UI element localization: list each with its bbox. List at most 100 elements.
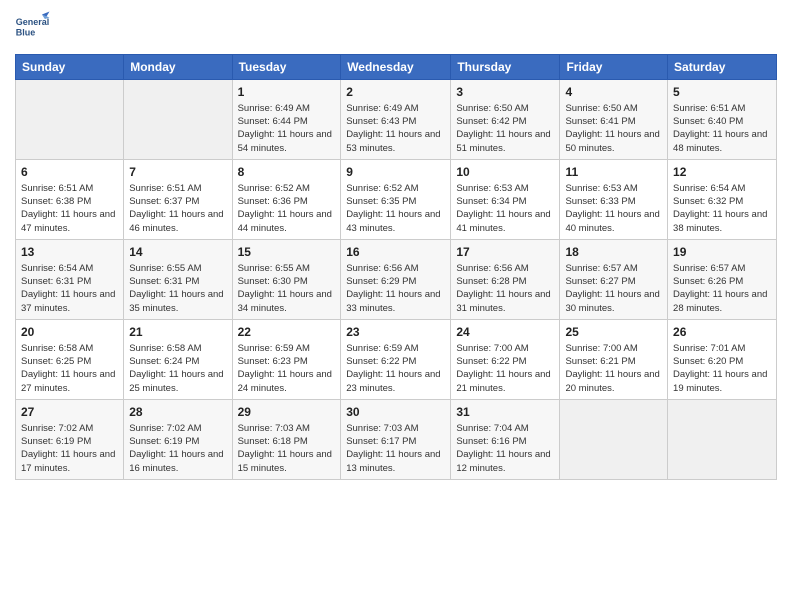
day-number: 31 (456, 404, 554, 421)
calendar-day-15: 15Sunrise: 6:55 AM Sunset: 6:30 PM Dayli… (232, 240, 341, 320)
day-number: 17 (456, 244, 554, 261)
day-info: Sunrise: 6:59 AM Sunset: 6:22 PM Dayligh… (346, 342, 445, 395)
day-number: 1 (238, 84, 336, 101)
svg-text:General: General (16, 17, 50, 27)
calendar-day-19: 19Sunrise: 6:57 AM Sunset: 6:26 PM Dayli… (668, 240, 777, 320)
day-number: 16 (346, 244, 445, 261)
weekday-header-tuesday: Tuesday (232, 55, 341, 80)
calendar-day-24: 24Sunrise: 7:00 AM Sunset: 6:22 PM Dayli… (451, 320, 560, 400)
calendar-day-31: 31Sunrise: 7:04 AM Sunset: 6:16 PM Dayli… (451, 400, 560, 480)
calendar-day-25: 25Sunrise: 7:00 AM Sunset: 6:21 PM Dayli… (560, 320, 668, 400)
day-info: Sunrise: 6:54 AM Sunset: 6:32 PM Dayligh… (673, 182, 771, 235)
calendar-day-21: 21Sunrise: 6:58 AM Sunset: 6:24 PM Dayli… (124, 320, 232, 400)
day-number: 4 (565, 84, 662, 101)
calendar-day-7: 7Sunrise: 6:51 AM Sunset: 6:37 PM Daylig… (124, 160, 232, 240)
calendar-day-20: 20Sunrise: 6:58 AM Sunset: 6:25 PM Dayli… (16, 320, 124, 400)
day-info: Sunrise: 7:00 AM Sunset: 6:21 PM Dayligh… (565, 342, 662, 395)
day-number: 9 (346, 164, 445, 181)
day-info: Sunrise: 7:04 AM Sunset: 6:16 PM Dayligh… (456, 422, 554, 475)
day-number: 5 (673, 84, 771, 101)
day-info: Sunrise: 7:02 AM Sunset: 6:19 PM Dayligh… (129, 422, 226, 475)
calendar-week-row: 20Sunrise: 6:58 AM Sunset: 6:25 PM Dayli… (16, 320, 777, 400)
calendar-day-12: 12Sunrise: 6:54 AM Sunset: 6:32 PM Dayli… (668, 160, 777, 240)
day-info: Sunrise: 6:51 AM Sunset: 6:40 PM Dayligh… (673, 102, 771, 155)
day-info: Sunrise: 7:01 AM Sunset: 6:20 PM Dayligh… (673, 342, 771, 395)
day-info: Sunrise: 7:03 AM Sunset: 6:18 PM Dayligh… (238, 422, 336, 475)
calendar-day-8: 8Sunrise: 6:52 AM Sunset: 6:36 PM Daylig… (232, 160, 341, 240)
day-info: Sunrise: 6:55 AM Sunset: 6:31 PM Dayligh… (129, 262, 226, 315)
calendar-day-26: 26Sunrise: 7:01 AM Sunset: 6:20 PM Dayli… (668, 320, 777, 400)
calendar-day-5: 5Sunrise: 6:51 AM Sunset: 6:40 PM Daylig… (668, 80, 777, 160)
calendar-day-17: 17Sunrise: 6:56 AM Sunset: 6:28 PM Dayli… (451, 240, 560, 320)
day-number: 14 (129, 244, 226, 261)
day-info: Sunrise: 6:51 AM Sunset: 6:38 PM Dayligh… (21, 182, 118, 235)
weekday-header-sunday: Sunday (16, 55, 124, 80)
day-number: 29 (238, 404, 336, 421)
calendar-week-row: 13Sunrise: 6:54 AM Sunset: 6:31 PM Dayli… (16, 240, 777, 320)
calendar-week-row: 1Sunrise: 6:49 AM Sunset: 6:44 PM Daylig… (16, 80, 777, 160)
day-info: Sunrise: 6:49 AM Sunset: 6:44 PM Dayligh… (238, 102, 336, 155)
day-info: Sunrise: 7:03 AM Sunset: 6:17 PM Dayligh… (346, 422, 445, 475)
day-number: 21 (129, 324, 226, 341)
weekday-header-monday: Monday (124, 55, 232, 80)
day-info: Sunrise: 6:57 AM Sunset: 6:27 PM Dayligh… (565, 262, 662, 315)
day-number: 30 (346, 404, 445, 421)
calendar-day-14: 14Sunrise: 6:55 AM Sunset: 6:31 PM Dayli… (124, 240, 232, 320)
day-info: Sunrise: 6:58 AM Sunset: 6:25 PM Dayligh… (21, 342, 118, 395)
day-info: Sunrise: 6:50 AM Sunset: 6:42 PM Dayligh… (456, 102, 554, 155)
calendar-day-29: 29Sunrise: 7:03 AM Sunset: 6:18 PM Dayli… (232, 400, 341, 480)
svg-text:Blue: Blue (16, 28, 36, 38)
day-info: Sunrise: 6:53 AM Sunset: 6:34 PM Dayligh… (456, 182, 554, 235)
calendar-day-18: 18Sunrise: 6:57 AM Sunset: 6:27 PM Dayli… (560, 240, 668, 320)
day-info: Sunrise: 6:51 AM Sunset: 6:37 PM Dayligh… (129, 182, 226, 235)
day-number: 6 (21, 164, 118, 181)
day-number: 2 (346, 84, 445, 101)
day-number: 26 (673, 324, 771, 341)
day-info: Sunrise: 6:56 AM Sunset: 6:29 PM Dayligh… (346, 262, 445, 315)
calendar-day-10: 10Sunrise: 6:53 AM Sunset: 6:34 PM Dayli… (451, 160, 560, 240)
calendar-day-11: 11Sunrise: 6:53 AM Sunset: 6:33 PM Dayli… (560, 160, 668, 240)
calendar-day-16: 16Sunrise: 6:56 AM Sunset: 6:29 PM Dayli… (341, 240, 451, 320)
weekday-header-thursday: Thursday (451, 55, 560, 80)
header: General Blue (15, 10, 777, 46)
logo-icon: General Blue (15, 10, 51, 46)
calendar-day-2: 2Sunrise: 6:49 AM Sunset: 6:43 PM Daylig… (341, 80, 451, 160)
day-number: 28 (129, 404, 226, 421)
day-info: Sunrise: 6:57 AM Sunset: 6:26 PM Dayligh… (673, 262, 771, 315)
day-info: Sunrise: 6:59 AM Sunset: 6:23 PM Dayligh… (238, 342, 336, 395)
calendar-day-13: 13Sunrise: 6:54 AM Sunset: 6:31 PM Dayli… (16, 240, 124, 320)
calendar-empty-cell (668, 400, 777, 480)
calendar-day-23: 23Sunrise: 6:59 AM Sunset: 6:22 PM Dayli… (341, 320, 451, 400)
day-number: 18 (565, 244, 662, 261)
calendar-day-27: 27Sunrise: 7:02 AM Sunset: 6:19 PM Dayli… (16, 400, 124, 480)
calendar-day-22: 22Sunrise: 6:59 AM Sunset: 6:23 PM Dayli… (232, 320, 341, 400)
calendar-empty-cell (124, 80, 232, 160)
logo: General Blue (15, 10, 51, 46)
day-info: Sunrise: 6:53 AM Sunset: 6:33 PM Dayligh… (565, 182, 662, 235)
calendar-empty-cell (16, 80, 124, 160)
day-number: 3 (456, 84, 554, 101)
day-info: Sunrise: 6:58 AM Sunset: 6:24 PM Dayligh… (129, 342, 226, 395)
day-number: 12 (673, 164, 771, 181)
day-number: 23 (346, 324, 445, 341)
day-number: 27 (21, 404, 118, 421)
calendar-week-row: 27Sunrise: 7:02 AM Sunset: 6:19 PM Dayli… (16, 400, 777, 480)
day-number: 24 (456, 324, 554, 341)
weekday-header-wednesday: Wednesday (341, 55, 451, 80)
calendar-week-row: 6Sunrise: 6:51 AM Sunset: 6:38 PM Daylig… (16, 160, 777, 240)
calendar-day-9: 9Sunrise: 6:52 AM Sunset: 6:35 PM Daylig… (341, 160, 451, 240)
day-info: Sunrise: 6:55 AM Sunset: 6:30 PM Dayligh… (238, 262, 336, 315)
calendar-day-4: 4Sunrise: 6:50 AM Sunset: 6:41 PM Daylig… (560, 80, 668, 160)
day-info: Sunrise: 7:00 AM Sunset: 6:22 PM Dayligh… (456, 342, 554, 395)
calendar-day-6: 6Sunrise: 6:51 AM Sunset: 6:38 PM Daylig… (16, 160, 124, 240)
day-number: 20 (21, 324, 118, 341)
weekday-header-row: SundayMondayTuesdayWednesdayThursdayFrid… (16, 55, 777, 80)
day-info: Sunrise: 6:54 AM Sunset: 6:31 PM Dayligh… (21, 262, 118, 315)
day-info: Sunrise: 7:02 AM Sunset: 6:19 PM Dayligh… (21, 422, 118, 475)
day-number: 8 (238, 164, 336, 181)
calendar-table: SundayMondayTuesdayWednesdayThursdayFrid… (15, 54, 777, 480)
day-number: 7 (129, 164, 226, 181)
day-info: Sunrise: 6:56 AM Sunset: 6:28 PM Dayligh… (456, 262, 554, 315)
calendar-day-3: 3Sunrise: 6:50 AM Sunset: 6:42 PM Daylig… (451, 80, 560, 160)
calendar-day-1: 1Sunrise: 6:49 AM Sunset: 6:44 PM Daylig… (232, 80, 341, 160)
